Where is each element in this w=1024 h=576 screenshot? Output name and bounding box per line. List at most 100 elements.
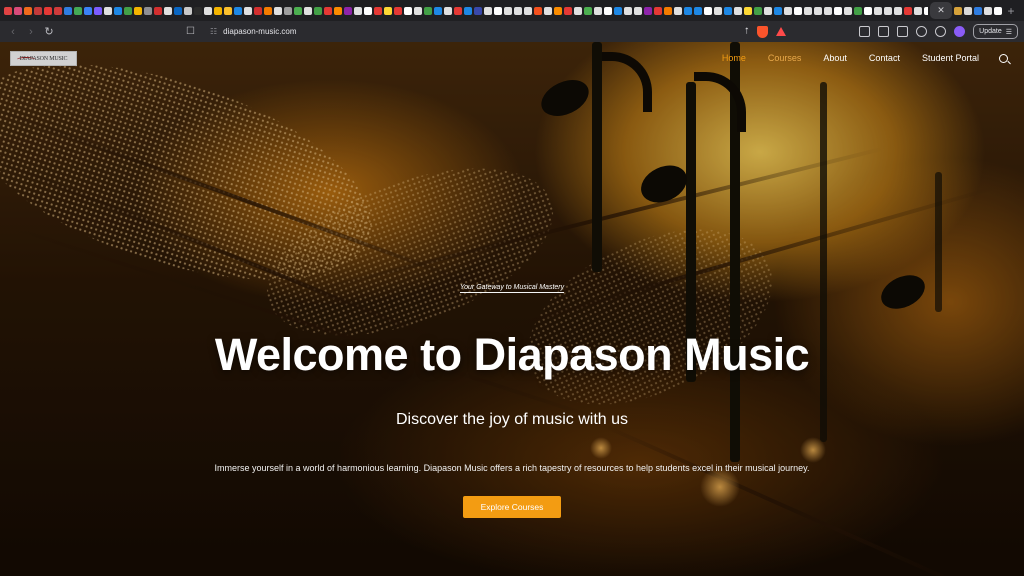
- tab-favicon[interactable]: [14, 6, 22, 15]
- tab-favicon[interactable]: [594, 6, 602, 15]
- tab-favicon[interactable]: [324, 6, 332, 15]
- tab-favicon[interactable]: [664, 6, 672, 15]
- tab-favicon[interactable]: [24, 6, 32, 15]
- tab-favicon[interactable]: [994, 6, 1002, 15]
- nav-contact[interactable]: Contact: [869, 53, 900, 63]
- tab-favicon[interactable]: [464, 6, 472, 15]
- tab-favicon[interactable]: [864, 6, 872, 15]
- tab-favicon[interactable]: [954, 6, 962, 15]
- tab-favicon[interactable]: [724, 6, 732, 15]
- reload-icon[interactable]: ↻: [42, 25, 56, 39]
- tab-favicon[interactable]: [304, 6, 312, 15]
- tab-favicon[interactable]: [654, 6, 662, 15]
- tab-favicon[interactable]: [644, 6, 652, 15]
- tab-favicon[interactable]: [84, 6, 92, 15]
- tab-favicon[interactable]: [194, 6, 202, 15]
- tab-favicon[interactable]: [384, 6, 392, 15]
- tab-favicon[interactable]: [744, 6, 752, 15]
- tab-favicon[interactable]: [884, 6, 892, 15]
- tab-favicon[interactable]: [754, 6, 762, 15]
- tab-favicon[interactable]: [524, 6, 532, 15]
- tab-favicon[interactable]: [604, 6, 612, 15]
- reader-mode-icon[interactable]: [859, 26, 871, 37]
- tab-favicon[interactable]: [104, 6, 112, 15]
- tab-favicon[interactable]: [874, 6, 882, 15]
- tab-favicon[interactable]: [224, 6, 232, 15]
- tab-favicon[interactable]: [264, 6, 272, 15]
- tab-favicon[interactable]: [244, 6, 252, 15]
- tab-favicon[interactable]: [784, 6, 792, 15]
- tab-view-icon[interactable]: [897, 26, 909, 37]
- new-tab-plus-icon[interactable]: +: [1002, 4, 1020, 18]
- tab-favicon[interactable]: [144, 6, 152, 15]
- tab-favicon[interactable]: [364, 6, 372, 15]
- tab-favicon[interactable]: [474, 6, 482, 15]
- explore-courses-button[interactable]: Explore Courses: [463, 496, 561, 518]
- tab-favicon[interactable]: [844, 6, 852, 15]
- tab-favicon[interactable]: [584, 6, 592, 15]
- tab-favicon[interactable]: [714, 6, 722, 15]
- tab-favicon[interactable]: [234, 6, 242, 15]
- nav-student-portal[interactable]: Student Portal: [922, 53, 979, 63]
- tab-favicon[interactable]: [4, 6, 12, 15]
- pinned-tab-favicons[interactable]: [4, 0, 928, 21]
- tab-favicon[interactable]: [914, 6, 922, 15]
- tab-favicon[interactable]: [184, 6, 192, 15]
- tab-favicon[interactable]: [704, 6, 712, 15]
- tab-favicon[interactable]: [964, 6, 972, 15]
- tab-favicon[interactable]: [614, 6, 622, 15]
- tab-favicon[interactable]: [544, 6, 552, 15]
- tab-favicon[interactable]: [984, 6, 992, 15]
- tab-favicon[interactable]: [624, 6, 632, 15]
- tab-favicon[interactable]: [414, 6, 422, 15]
- tab-favicon[interactable]: [484, 6, 492, 15]
- tab-favicon[interactable]: [634, 6, 642, 15]
- tab-favicon[interactable]: [314, 6, 322, 15]
- tab-favicon[interactable]: [294, 6, 302, 15]
- vpn-icon[interactable]: [935, 26, 947, 37]
- back-arrow-icon[interactable]: ‹: [6, 25, 20, 39]
- extensions-icon[interactable]: [916, 26, 928, 37]
- address-bar[interactable]: ☐ ☷ diapason-music.com ⭡: [186, 24, 786, 39]
- tab-favicon[interactable]: [344, 6, 352, 15]
- tab-favicon[interactable]: [254, 6, 262, 15]
- tab-favicon[interactable]: [504, 6, 512, 15]
- tab-favicon[interactable]: [734, 6, 742, 15]
- tab-favicon[interactable]: [134, 6, 142, 15]
- tab-favicon[interactable]: [274, 6, 282, 15]
- tab-favicon[interactable]: [694, 6, 702, 15]
- sidebar-icon[interactable]: [878, 26, 890, 37]
- search-icon[interactable]: [999, 53, 1008, 63]
- update-button[interactable]: Update ☰: [973, 24, 1018, 39]
- tab-favicon[interactable]: [904, 6, 912, 15]
- brave-shields-icon[interactable]: [757, 25, 768, 38]
- tab-favicon[interactable]: [334, 6, 342, 15]
- leo-ai-icon[interactable]: [954, 26, 966, 37]
- tab-favicon[interactable]: [554, 6, 562, 15]
- tab-favicon[interactable]: [124, 6, 132, 15]
- tab-favicon[interactable]: [894, 6, 902, 15]
- tab-favicon[interactable]: [54, 6, 62, 15]
- site-settings-icon[interactable]: ☷: [210, 27, 217, 36]
- tab-favicon[interactable]: [444, 6, 452, 15]
- tab-favicon[interactable]: [454, 6, 462, 15]
- nav-courses[interactable]: Courses: [768, 53, 802, 63]
- brave-rewards-icon[interactable]: [776, 27, 786, 36]
- tab-favicon[interactable]: [204, 6, 212, 15]
- nav-home[interactable]: Home: [722, 53, 746, 63]
- tab-favicon[interactable]: [164, 6, 172, 15]
- tab-favicon[interactable]: [814, 6, 822, 15]
- bookmark-icon[interactable]: ☐: [186, 26, 200, 37]
- tab-favicon[interactable]: [824, 6, 832, 15]
- tab-favicon[interactable]: [64, 6, 72, 15]
- tab-favicon[interactable]: [114, 6, 122, 15]
- tab-favicon[interactable]: [424, 6, 432, 15]
- tab-favicon[interactable]: [284, 6, 292, 15]
- tab-favicon[interactable]: [924, 6, 928, 15]
- share-icon[interactable]: ⭡: [745, 26, 749, 37]
- nav-about[interactable]: About: [823, 53, 847, 63]
- tab-favicon[interactable]: [74, 6, 82, 15]
- tab-favicon[interactable]: [494, 6, 502, 15]
- tab-favicon[interactable]: [374, 6, 382, 15]
- tab-favicon[interactable]: [834, 6, 842, 15]
